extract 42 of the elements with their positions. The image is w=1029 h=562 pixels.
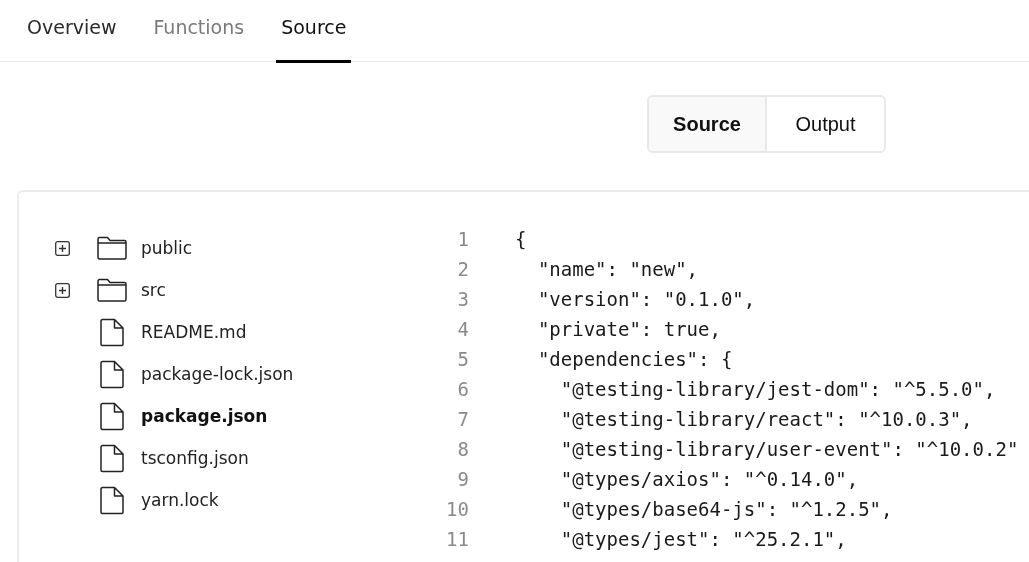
file-icon: [100, 317, 124, 347]
code-line: "@testing-library/user-event": "^10.0.2": [559, 438, 1019, 460]
folder-icon: [97, 236, 127, 260]
line-number: 4: [456, 318, 469, 340]
code-line: "name": "new",: [536, 258, 699, 280]
line-number: 3: [456, 288, 469, 310]
file-icon: [100, 401, 124, 431]
code-line: "@types/jest": "^25.2.1",: [559, 528, 847, 550]
view-toggle-button[interactable]: Source: [649, 97, 765, 151]
expand-icon[interactable]: [55, 240, 70, 256]
code-line: "@testing-library/jest-dom": "^5.5.0",: [559, 378, 996, 400]
view-toggle-button[interactable]: Output: [765, 97, 884, 151]
file-icon: [100, 359, 124, 389]
expand-icon[interactable]: [55, 282, 70, 298]
line-number: 2: [456, 258, 469, 280]
file-tree-item[interactable]: package-lock.json: [19, 353, 294, 395]
line-number: 8: [456, 438, 469, 460]
line-number: 5: [456, 348, 469, 370]
line-number: 9: [456, 468, 469, 490]
file-tree-item[interactable]: yarn.lock: [19, 479, 219, 521]
folder-icon: [97, 278, 127, 302]
file-tree-item[interactable]: tsconfig.json: [19, 437, 249, 479]
code-line: "dependencies": {: [536, 348, 733, 370]
file-tree-item[interactable]: public: [19, 227, 193, 269]
tab[interactable]: Overview: [22, 0, 122, 63]
line-number: 6: [456, 378, 469, 400]
code-line: "@types/base64-js": "^1.2.5",: [559, 498, 893, 520]
code-line: "version": "0.1.0",: [536, 288, 756, 310]
line-number: 11: [445, 528, 469, 550]
code-line: "private": true,: [536, 318, 721, 340]
line-number: 1: [456, 228, 469, 250]
file-tree-item[interactable]: README.md: [19, 311, 247, 353]
file-tree-item[interactable]: src: [19, 269, 166, 311]
code-line: "@testing-library/react": "^10.0.3",: [559, 408, 973, 430]
code-line: "@types/axios": "^0.14.0",: [559, 468, 859, 490]
line-number: 10: [445, 498, 469, 520]
file-icon: [100, 485, 124, 515]
file-icon: [100, 443, 124, 473]
tab[interactable]: Source: [276, 0, 352, 63]
file-tree-item[interactable]: package.json: [19, 395, 268, 437]
line-number: 7: [456, 408, 469, 430]
code-line: {: [515, 228, 527, 250]
